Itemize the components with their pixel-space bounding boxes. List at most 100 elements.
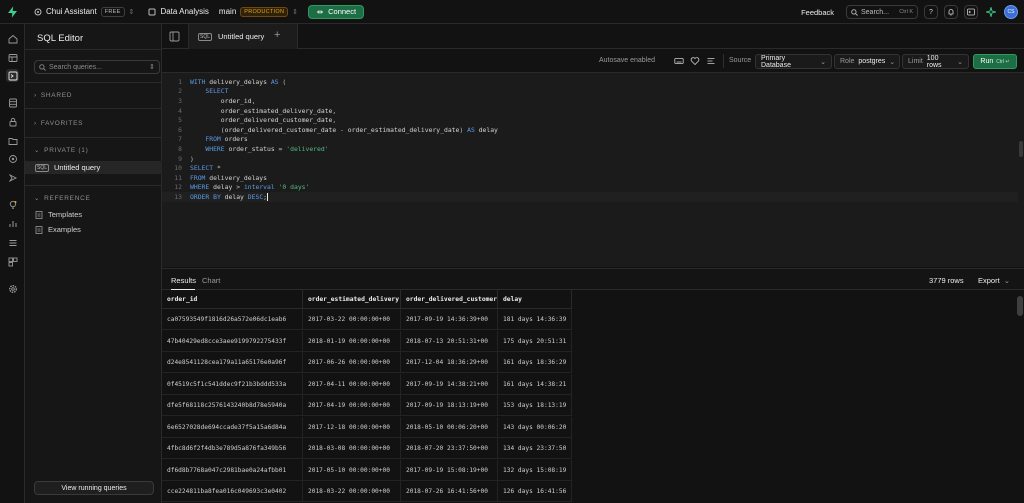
table-cell[interactable]: 175 days 20:51:31 [498,330,572,352]
section-private[interactable]: ⌄ PRIVATE (1) [34,146,88,155]
table-cell[interactable]: 0f4519c5f1c541ddec9f21b3bddd533a [162,373,303,395]
connect-button[interactable]: Connect [308,4,365,19]
section-shared[interactable]: › SHARED [34,92,72,99]
query-item-untitled[interactable]: SQL Untitled query [25,161,162,174]
reference-item-examples[interactable]: Examples [25,223,162,236]
table-cell[interactable]: 132 days 15:08:19 [498,459,572,481]
table-cell[interactable]: 2018-01-19 00:00:00+00 [303,330,401,352]
table-cell[interactable]: 4fbc8d6f2f4db3e789d5a876fa349b56 [162,438,303,459]
table-cell[interactable]: 6e6527028de694ccade37f5a15a6d84a [162,416,303,438]
column-header[interactable]: order_estimated_delivery [303,290,401,309]
table-cell[interactable]: 2017-12-18 00:00:00+00 [303,416,401,438]
table-row[interactable]: ca07593549f1816d26a572e06dc1eab6 2017-03-… [162,309,572,330]
run-button[interactable]: Run Ctrl ↵ [973,54,1017,69]
toggle-sidebar-icon[interactable] [169,31,180,42]
section-favorites[interactable]: › FAVORITES [34,120,83,127]
table-cell[interactable]: 2017-09-19 18:13:19+00 [401,395,498,416]
section-reference[interactable]: ⌄ REFERENCE [34,194,91,203]
table-cell[interactable]: 161 days 18:36:29 [498,352,572,373]
grid-scrollbar[interactable] [1016,290,1024,503]
table-row[interactable]: 0f4519c5f1c541ddec9f21b3bddd533a 2017-04-… [162,373,572,395]
table-cell[interactable]: 2017-03-22 00:00:00+00 [303,309,401,330]
table-cell[interactable]: 2017-04-11 00:00:00+00 [303,373,401,395]
table-cell[interactable]: cce224811ba8fea016c049693c3e0402 [162,481,303,502]
keyboard-icon[interactable] [674,56,684,66]
settings-gear-icon[interactable] [6,282,19,295]
edge-functions-icon[interactable] [6,152,19,165]
code-line[interactable]: 8 WHERE order_status = 'delivered' [162,144,1024,154]
table-cell[interactable]: 2017-09-19 14:36:39+00 [401,309,498,330]
reference-item-templates[interactable]: Templates [25,208,162,221]
column-header[interactable]: delay [498,290,572,309]
tab-chart[interactable]: Chart [202,276,220,285]
table-cell[interactable]: 181 days 14:36:39 [498,309,572,330]
table-row[interactable]: cce224811ba8fea016c049693c3e0402 2018-03-… [162,481,572,502]
limit-select[interactable]: Limit 100 rows ⌄ [902,54,969,69]
table-cell[interactable]: 2017-04-19 00:00:00+00 [303,395,401,416]
filter-icon[interactable]: ⇕ [149,63,155,71]
feedback-button[interactable]: Feedback [801,8,834,17]
supabase-logo-icon[interactable] [0,0,24,24]
table-cell[interactable]: 143 days 00:06:20 [498,416,572,438]
role-select[interactable]: Role postgres ⌄ [834,54,900,69]
export-button[interactable]: Export ⌄ [978,276,1010,285]
table-row[interactable]: 4fbc8d6f2f4db3e789d5a876fa349b56 2018-03-… [162,438,572,459]
table-cell[interactable]: 2017-09-19 15:08:19+00 [401,459,498,481]
table-cell[interactable]: 2017-05-10 00:00:00+00 [303,459,401,481]
table-row[interactable]: df6d8b7768a047c2981bae0a24afbb01 2017-05-… [162,459,572,481]
table-cell[interactable]: 2017-09-19 14:38:21+00 [401,373,498,395]
table-cell[interactable]: 153 days 18:13:19 [498,395,572,416]
grid-scrollbar-thumb[interactable] [1017,296,1023,316]
table-row[interactable]: 6e6527028de694ccade37f5a15a6d84a 2017-12-… [162,416,572,438]
code-line[interactable]: 9) [162,154,1024,164]
table-cell[interactable]: 161 days 14:38:21 [498,373,572,395]
sql-editor-icon[interactable] [6,69,19,82]
editor-scrollbar-thumb[interactable] [1019,141,1023,157]
realtime-icon[interactable] [6,171,19,184]
table-cell[interactable]: 2017-06-26 00:00:00+00 [303,352,401,373]
code-line[interactable]: 1 WITH delivery_delays AS ( [162,77,1024,87]
code-line[interactable]: 6 (order_delivered_customer_date - order… [162,125,1024,135]
table-cell[interactable]: 2018-03-22 00:00:00+00 [303,481,401,502]
table-cell[interactable]: 2018-07-20 23:37:50+00 [401,438,498,459]
view-running-queries-button[interactable]: View running queries [34,481,154,495]
editor-scrollbar[interactable] [1018,73,1024,267]
table-cell[interactable]: dfe5f68118c2576143240b8d78e5940a [162,395,303,416]
table-cell[interactable]: 134 days 23:37:50 [498,438,572,459]
table-cell[interactable]: 2018-03-08 00:00:00+00 [303,438,401,459]
database-icon[interactable] [6,96,19,109]
assistant-button[interactable] [984,5,998,19]
table-editor-icon[interactable] [6,51,19,64]
table-row[interactable]: 47b40429ed8cce3aee9199792275433f 2018-01-… [162,330,572,352]
table-row[interactable]: d24e8541128cea179a11a65176e0a96f 2017-06-… [162,352,572,373]
auth-icon[interactable] [6,115,19,128]
table-cell[interactable]: df6d8b7768a047c2981bae0a24afbb01 [162,459,303,481]
integrations-icon[interactable] [6,255,19,268]
favorite-heart-icon[interactable] [690,56,700,66]
table-cell[interactable]: 2018-05-10 00:06:20+00 [401,416,498,438]
table-cell[interactable]: 2018-07-13 20:51:31+00 [401,330,498,352]
table-cell[interactable]: 2018-07-26 16:41:56+00 [401,481,498,502]
tab-results[interactable]: Results [171,276,196,285]
home-icon[interactable] [6,32,19,45]
table-cell[interactable]: d24e8541128cea179a11a65176e0a96f [162,352,303,373]
advisors-icon[interactable] [6,198,19,211]
branch-breadcrumb[interactable]: main PRODUCTION ⇕ [219,6,298,17]
code-line[interactable]: 11 FROM delivery_delays [162,173,1024,183]
terminal-button[interactable] [964,5,978,19]
code-line[interactable]: 4 order_estimated_delivery_date, [162,106,1024,116]
table-cell[interactable]: 2017-12-04 18:36:29+00 [401,352,498,373]
table-row[interactable]: dfe5f68118c2576143240b8d78e5940a 2017-04-… [162,395,572,416]
column-header[interactable]: order_delivered_customer [401,290,498,309]
logs-icon[interactable] [6,236,19,249]
code-line[interactable]: 5 order_delivered_customer_date, [162,115,1024,125]
notifications-button[interactable] [944,5,958,19]
avatar[interactable]: CS [1004,5,1018,19]
search-queries-input[interactable]: Search queries... ⇕ [34,60,160,74]
format-align-icon[interactable] [706,56,716,66]
code-line[interactable]: 10 SELECT * [162,163,1024,173]
code-line[interactable]: 3 order_id, [162,96,1024,106]
reports-icon[interactable] [6,217,19,230]
code-editor[interactable]: 1 WITH delivery_delays AS (2 SELECT 3 orde… [162,73,1024,267]
help-button[interactable]: ? [924,5,938,19]
